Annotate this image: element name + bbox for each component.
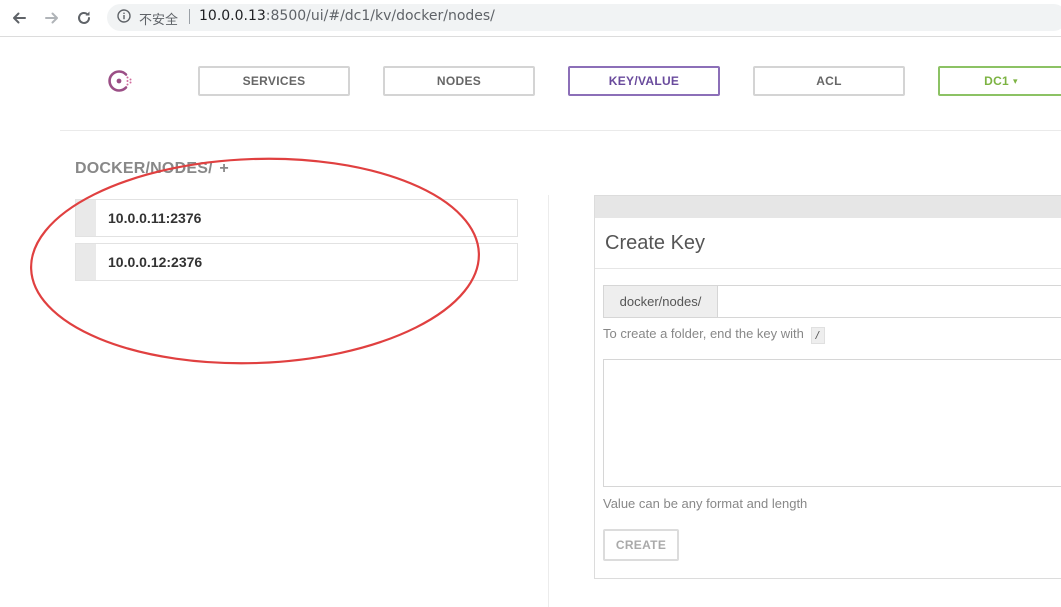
reload-icon: [78, 11, 90, 24]
red-annotation-circle: [30, 157, 480, 365]
key-name-input[interactable]: [718, 286, 1061, 317]
header-divider: [60, 130, 1061, 131]
arrow-right-icon: [45, 12, 58, 24]
folder-slash-code: /: [810, 327, 825, 344]
caret-down-icon: ▾: [1013, 75, 1018, 86]
tab-key-value-label: KEY/VALUE: [608, 74, 680, 88]
tab-services[interactable]: SERVICES: [198, 66, 350, 96]
value-help-text: Value can be any format and length: [603, 496, 808, 511]
url-path: :8500/ui/#/dc1/kv/docker/nodes/: [265, 8, 495, 24]
url-host: 10.0.0.13: [199, 8, 266, 24]
create-button[interactable]: CREATE: [603, 529, 679, 561]
create-key-panel: Create Key docker/nodes/ To create a fol…: [594, 195, 1061, 579]
column-divider: [548, 195, 549, 607]
panel-divider: [595, 268, 1061, 269]
tab-acl-label: ACL: [816, 74, 842, 88]
info-icon[interactable]: [117, 9, 131, 23]
url-text[interactable]: 10.0.0.13:8500/ui/#/dc1/kv/docker/nodes/: [199, 8, 495, 24]
url-divider: [189, 9, 190, 24]
arrow-left-icon: [13, 12, 26, 24]
tab-nodes[interactable]: NODES: [383, 66, 535, 96]
tab-services-label: SERVICES: [242, 74, 306, 88]
consul-logo-icon[interactable]: [105, 66, 135, 96]
browser-toolbar: 不安全 10.0.0.13:8500/ui/#/dc1/kv/docker/no…: [0, 0, 1061, 37]
panel-title: Create Key: [605, 232, 706, 254]
key-prefix-addon: docker/nodes/: [604, 286, 718, 317]
key-input-group: docker/nodes/: [603, 285, 1061, 318]
forward-button[interactable]: [41, 7, 63, 29]
value-textarea[interactable]: [603, 359, 1061, 487]
tab-nodes-label: NODES: [436, 74, 482, 88]
folder-help-label: To create a folder, end the key with: [603, 326, 804, 341]
tab-acl[interactable]: ACL: [753, 66, 905, 96]
folder-help-text: To create a folder, end the key with /: [603, 326, 825, 344]
security-status-label: 不安全: [139, 13, 179, 28]
create-button-label: CREATE: [615, 538, 667, 552]
reload-button[interactable]: [73, 7, 95, 29]
tab-key-value[interactable]: KEY/VALUE: [568, 66, 720, 96]
datacenter-label: DC1: [984, 74, 1010, 88]
datacenter-dropdown[interactable]: DC1 ▾: [938, 66, 1061, 96]
panel-header-bar: [595, 196, 1061, 218]
back-button[interactable]: [8, 7, 30, 29]
